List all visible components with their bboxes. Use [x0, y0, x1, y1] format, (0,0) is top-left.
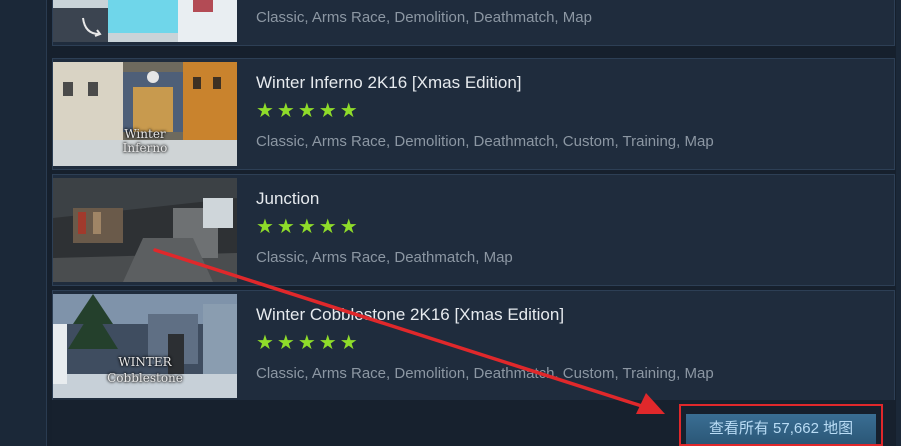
- view-all-maps-button[interactable]: 查看所有 57,662 地图: [686, 414, 876, 444]
- map-list-item[interactable]: Junction ★★★★★ Classic, Arms Race, Death…: [52, 174, 895, 286]
- map-list-item[interactable]: WINTER Cobblestone Winter Cobblestone 2K…: [52, 290, 895, 402]
- rating-stars: ★★★★★: [256, 214, 361, 238]
- map-thumbnail[interactable]: WINTER Cobblestone: [53, 294, 237, 398]
- rating-stars: ★★★★★: [256, 98, 361, 122]
- map-screenshot-junction-image: [53, 178, 237, 282]
- rating-stars: ★★★★★: [256, 330, 361, 354]
- map-title[interactable]: Junction: [256, 189, 319, 209]
- map-screenshot-snow-image: [53, 0, 237, 42]
- map-list-item[interactable]: ★★★★★ Classic, Arms Race, Demolition, De…: [52, 0, 895, 46]
- map-thumbnail[interactable]: [53, 178, 237, 282]
- thumbnail-caption-line: Inferno: [122, 141, 168, 155]
- map-title[interactable]: Winter Inferno 2K16 [Xmas Edition]: [256, 73, 522, 93]
- map-list-item[interactable]: Winter Inferno Winter Inferno 2K16 [Xmas…: [52, 58, 895, 170]
- map-title[interactable]: Winter Cobblestone 2K16 [Xmas Edition]: [256, 305, 564, 325]
- right-edge: [896, 0, 901, 446]
- thumbnail-caption-line: Cobblestone: [107, 371, 183, 385]
- thumbnail-caption-line: Winter: [124, 127, 166, 141]
- map-tags: Classic, Arms Race, Demolition, Deathmat…: [256, 365, 714, 382]
- map-thumbnail[interactable]: Winter Inferno: [53, 62, 237, 166]
- view-all-maps-highlight: 查看所有 57,662 地图: [679, 404, 883, 446]
- workshop-map-list-page: ★★★★★ Classic, Arms Race, Demolition, De…: [0, 0, 901, 446]
- map-tags: Classic, Arms Race, Demolition, Deathmat…: [256, 9, 592, 26]
- map-thumbnail[interactable]: [53, 0, 237, 42]
- map-tags: Classic, Arms Race, Demolition, Deathmat…: [256, 133, 714, 150]
- thumbnail-caption-line: WINTER: [118, 355, 172, 369]
- map-tags: Classic, Arms Race, Deathmatch, Map: [256, 249, 513, 266]
